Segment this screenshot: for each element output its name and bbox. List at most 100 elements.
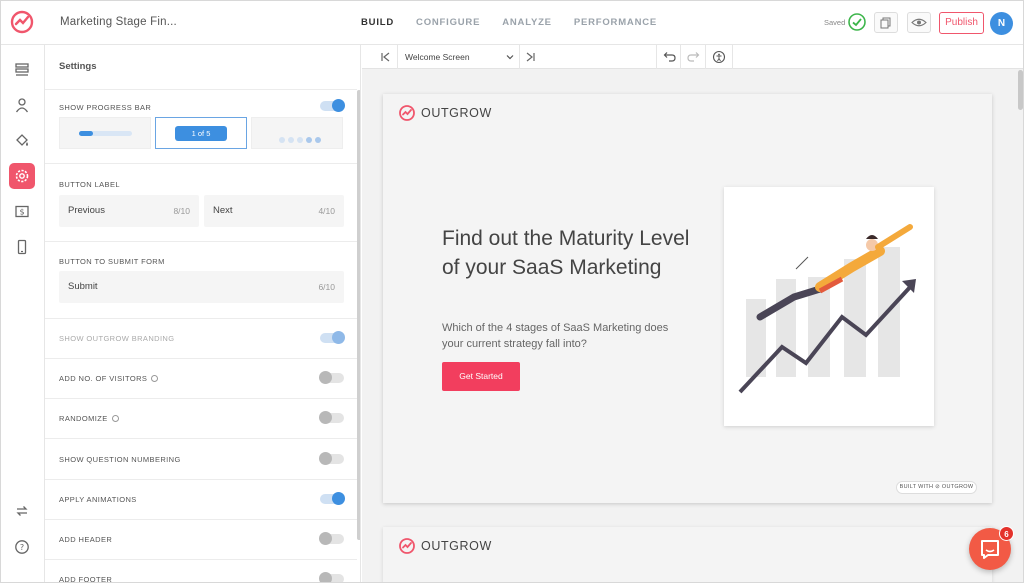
next-screen-card[interactable]: OUTGROW (383, 527, 992, 582)
add-footer-toggle[interactable] (319, 572, 344, 582)
outgrow-branding-toggle[interactable] (320, 331, 345, 344)
outgrow-logo-icon (399, 538, 415, 554)
eye-icon (911, 18, 927, 27)
hero-illustration[interactable] (724, 187, 934, 426)
divider (45, 438, 357, 439)
button-label-heading: BUTTON LABEL (59, 180, 120, 189)
built-with-badge[interactable]: BUILT WITH ⊘ OUTGROW (896, 481, 977, 494)
progress-pill: 1 of 5 (175, 126, 227, 141)
redo-icon (687, 52, 700, 62)
animations-toggle[interactable] (320, 492, 345, 505)
add-footer-label: ADD FOOTER (59, 575, 113, 583)
publish-button[interactable]: Publish (939, 12, 984, 34)
info-icon[interactable] (151, 375, 159, 382)
next-label-count: 4/10 (318, 206, 335, 216)
nav-configure[interactable]: CONFIGURE (416, 17, 480, 28)
question-numbering-toggle[interactable] (319, 452, 344, 465)
divider (45, 241, 357, 242)
preview-canvas: Welcome Screen OUTGROW Find out the Matu… (362, 45, 1023, 582)
document-title[interactable]: Marketing Stage Fin... (60, 16, 177, 28)
skip-back-icon (381, 52, 390, 62)
rail-pricing[interactable]: $ (9, 199, 35, 225)
previous-label-input[interactable]: Previous 8/10 (59, 195, 199, 227)
gear-icon (15, 169, 29, 183)
randomize-toggle[interactable] (319, 411, 344, 424)
outgrow-logo-icon[interactable] (9, 9, 35, 35)
submit-label-input[interactable]: Submit 6/10 (59, 271, 344, 303)
divider (45, 358, 357, 359)
divider (45, 519, 357, 520)
outgrow-branding-label: SHOW OUTGROW BRANDING (59, 334, 175, 343)
get-started-button[interactable]: Get Started (442, 362, 520, 391)
rail-layout[interactable] (9, 57, 35, 83)
chat-unread-badge: 6 (999, 526, 1014, 541)
rail-settings[interactable] (9, 163, 35, 189)
accessibility-button[interactable] (706, 45, 733, 69)
divider (45, 559, 357, 560)
preview-button[interactable] (907, 12, 931, 33)
show-progress-bar-toggle[interactable] (320, 99, 345, 112)
question-numbering-label: SHOW QUESTION NUMBERING (59, 455, 181, 464)
visitors-toggle[interactable] (319, 371, 344, 384)
top-bar: Marketing Stage Fin... BUILD CONFIGURE A… (1, 1, 1023, 45)
previous-label-text: Previous (68, 205, 105, 216)
paint-bucket-icon (16, 134, 28, 146)
last-screen-button[interactable] (520, 45, 540, 69)
user-avatar[interactable]: N (990, 12, 1013, 35)
nav-build[interactable]: BUILD (361, 17, 394, 28)
submit-label-text: Submit (68, 281, 98, 292)
growth-chart-illustration-icon (738, 224, 916, 394)
progress-style-dots[interactable] (251, 117, 343, 149)
randomize-label-text: RANDOMIZE (59, 414, 108, 423)
progress-style-count[interactable]: 1 of 5 (155, 117, 247, 149)
info-icon[interactable] (111, 415, 119, 422)
first-screen-button[interactable] (362, 45, 398, 69)
accessibility-icon (712, 50, 726, 64)
undo-button[interactable] (656, 45, 681, 69)
visitors-label-text: ADD NO. OF VISITORS (59, 374, 148, 383)
headline[interactable]: Find out the Maturity Level of your SaaS… (442, 224, 702, 282)
divider (45, 479, 357, 480)
check-circle-icon (848, 13, 866, 31)
divider (45, 318, 357, 319)
next-label-input[interactable]: Next 4/10 (204, 195, 344, 227)
screen-select[interactable]: Welcome Screen (398, 45, 520, 69)
settings-panel: Settings SHOW PROGRESS BAR 1 of 5 BUTTON… (45, 45, 361, 583)
help-icon: ? (15, 540, 29, 554)
visitors-label: ADD NO. OF VISITORS (59, 374, 159, 383)
add-header-toggle[interactable] (319, 532, 344, 545)
rail-mobile[interactable] (9, 234, 35, 260)
brand-name: OUTGROW (421, 106, 492, 120)
outgrow-logo-icon (399, 105, 415, 121)
panel-title: Settings (59, 61, 97, 72)
duplicate-button[interactable] (874, 12, 898, 33)
layout-icon (15, 63, 29, 76)
progress-dots (279, 130, 324, 148)
animations-label: APPLY ANIMATIONS (59, 495, 137, 504)
nav-analyze[interactable]: ANALYZE (502, 17, 552, 28)
screen-select-value: Welcome Screen (405, 52, 470, 62)
left-rail: $ ? (1, 45, 45, 582)
dollar-screen-icon: $ (15, 205, 29, 218)
panel-scrollbar[interactable] (357, 90, 360, 540)
progress-style-bar[interactable] (59, 117, 151, 149)
rail-help[interactable]: ? (9, 534, 35, 560)
rail-design[interactable] (9, 127, 35, 153)
chevron-down-icon (506, 55, 514, 60)
undo-icon (663, 52, 676, 62)
canvas-scrollbar[interactable] (1018, 70, 1023, 110)
nav-performance[interactable]: PERFORMANCE (574, 17, 657, 28)
show-progress-bar-label: SHOW PROGRESS BAR (59, 103, 152, 112)
rail-user[interactable] (9, 92, 35, 118)
subtext[interactable]: Which of the 4 stages of SaaS Marketing … (442, 320, 692, 352)
welcome-screen-card[interactable]: OUTGROW Find out the Maturity Level of y… (383, 94, 992, 503)
divider (45, 398, 357, 399)
app-frame: Marketing Stage Fin... BUILD CONFIGURE A… (0, 0, 1024, 583)
svg-text:?: ? (20, 543, 24, 552)
rail-swap[interactable] (9, 498, 35, 524)
submit-label-count: 6/10 (318, 282, 335, 292)
preview-toolbar: Welcome Screen (362, 45, 1023, 69)
redo-button[interactable] (681, 45, 706, 69)
main-nav: BUILD CONFIGURE ANALYZE PERFORMANCE (361, 17, 679, 28)
svg-text:$: $ (19, 208, 24, 217)
